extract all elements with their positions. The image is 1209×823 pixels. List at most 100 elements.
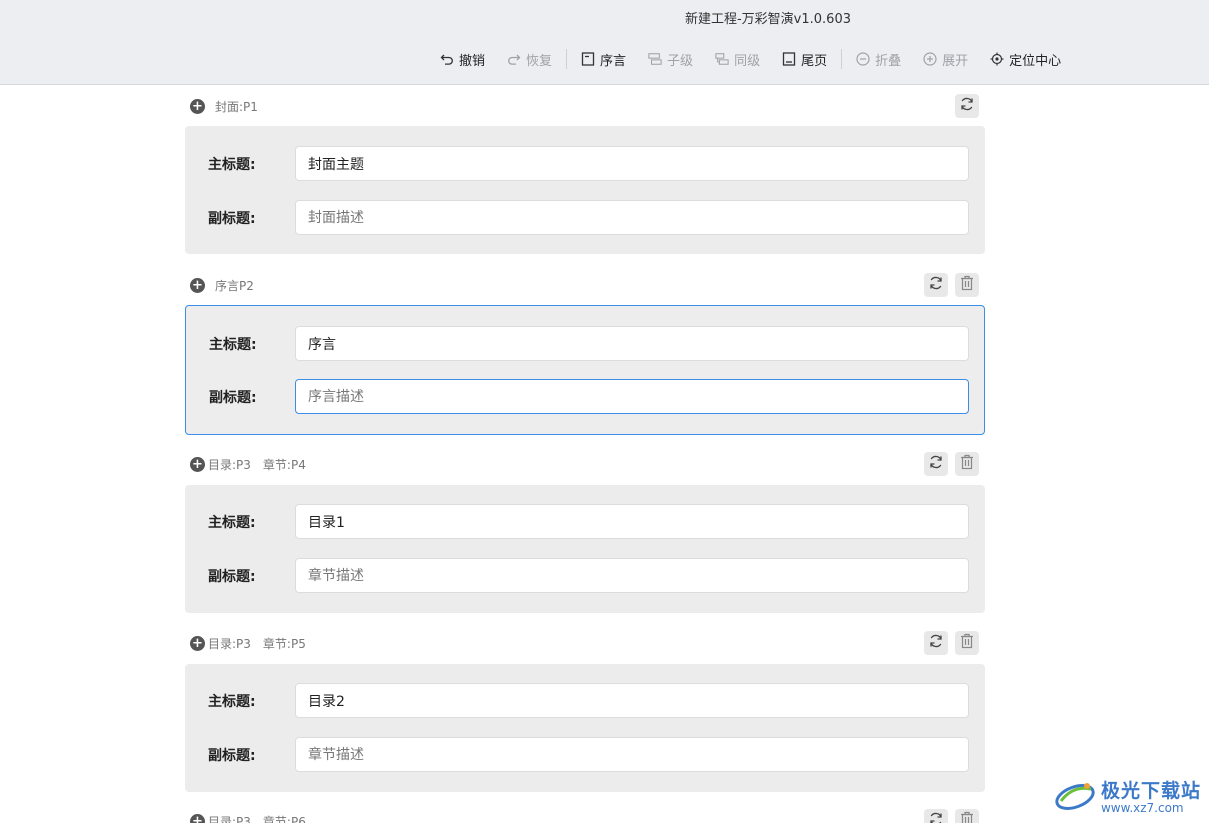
main-title-input[interactable] [295,683,969,718]
plus-circle-icon [923,52,937,66]
child-button[interactable]: 子级 [648,50,693,69]
subtitle-label: 副标题: [208,748,256,764]
section-label: 章节:P4 [262,457,306,472]
toolbar-divider [566,49,568,69]
slide-list: + 封面:P1 主标题: 副标题: + 序言P2 [0,85,1209,823]
undo-label: 撤销 [459,53,486,69]
subtitle-row: 副标题: [186,379,984,414]
refresh-icon [959,96,975,116]
subtitle-input[interactable] [295,379,969,414]
preface-button[interactable]: 序言 [581,50,626,69]
add-slide-button[interactable]: + [190,813,205,823]
subtitle-label: 副标题: [209,390,257,406]
subtitle-label: 副标题: [208,211,256,227]
trash-icon [960,275,974,295]
refresh-icon [928,275,944,295]
subtitle-row: 副标题: [185,200,985,235]
main-title-row: 主标题: [185,683,985,718]
trash-icon [960,633,974,653]
subtitle-row: 副标题: [185,558,985,593]
main-title-label: 主标题: [209,337,257,353]
slide-label: 封面:P1 [215,99,258,114]
undo-button[interactable]: 撤销 [440,50,485,69]
trash-icon [960,811,974,823]
end-page-icon [782,52,796,66]
collapse-button[interactable]: 折叠 [856,50,901,69]
section-label: 章节:P6 [262,814,306,823]
preface-label: 序言 [600,53,627,69]
collapse-label: 折叠 [875,53,902,69]
child-label: 子级 [667,53,694,69]
subtitle-input[interactable] [295,200,969,235]
main-title-row: 主标题: [185,504,985,539]
minus-circle-icon [856,52,870,66]
redo-button[interactable]: 恢复 [507,50,552,69]
end-page-button[interactable]: 尾页 [782,50,827,69]
main-title-row: 主标题: [185,146,985,181]
toolbar-divider [841,49,843,69]
slide-header: + 目录:P3 章节:P4 [185,452,985,476]
slide-card: 主标题: 副标题: [185,126,985,254]
sibling-button[interactable]: 同级 [715,50,760,69]
refresh-button[interactable] [924,273,948,297]
delete-button[interactable] [955,452,979,476]
delete-button[interactable] [955,809,979,823]
subtitle-input[interactable] [295,737,969,772]
refresh-button[interactable] [924,631,948,655]
watermark: 极光下载站 www.xz7.com [1053,777,1201,817]
redo-icon [507,52,521,66]
undo-icon [440,52,454,66]
add-slide-button[interactable]: + [190,277,205,293]
toolbar: 撤销 恢复 序言 子级 同级 尾页 折叠 展开 定位中心 [440,49,1083,69]
main-title-input[interactable] [295,504,969,539]
aurora-logo-icon [1053,777,1097,817]
slide-label: 序言P2 [215,278,254,293]
section-label: 章节:P5 [262,636,306,651]
watermark-name: 极光下载站 [1100,779,1201,802]
end-page-label: 尾页 [801,53,828,69]
refresh-icon [928,811,944,823]
slide-header: + 目录:P3 章节:P5 [185,631,985,655]
main-title-input[interactable] [295,326,969,361]
page-icon [581,52,595,66]
delete-button[interactable] [955,273,979,297]
refresh-button[interactable] [955,94,979,118]
main-title-input[interactable] [295,146,969,181]
subtitle-input[interactable] [295,558,969,593]
expand-button[interactable]: 展开 [923,50,968,69]
main-title-row: 主标题: [186,326,984,361]
sibling-label: 同级 [734,53,761,69]
subtitle-label: 副标题: [208,569,256,585]
main-title-label: 主标题: [208,694,256,710]
top-bar: 新建工程-万彩智演v1.0.603 撤销 恢复 序言 子级 同级 尾页 折叠 展… [0,0,1209,85]
slide-label: 目录:P3 [208,814,251,823]
refresh-button[interactable] [924,452,948,476]
slide-header: + 目录:P3 章节:P6 [185,809,985,823]
add-slide-button[interactable]: + [190,456,205,472]
child-level-icon [648,52,662,66]
trash-icon [960,454,974,474]
window-title: 新建工程-万彩智演v1.0.603 [684,12,851,27]
sibling-level-icon [715,52,729,66]
slide-card-active: 主标题: 副标题: [185,305,985,435]
watermark-url: www.xz7.com [1100,800,1184,815]
refresh-button[interactable] [924,809,948,823]
slide-card: 主标题: 副标题: [185,664,985,792]
slide-header: + 封面:P1 [185,94,985,118]
redo-label: 恢复 [526,53,553,69]
slide-label: 目录:P3 [208,457,251,472]
slide-card: 主标题: 副标题: [185,485,985,613]
main-title-label: 主标题: [208,157,256,173]
main-title-label: 主标题: [208,515,256,531]
delete-button[interactable] [955,631,979,655]
slide-header: + 序言P2 [185,273,985,297]
subtitle-row: 副标题: [185,737,985,772]
slide-label: 目录:P3 [208,636,251,651]
locate-center-button[interactable]: 定位中心 [990,50,1061,69]
target-icon [990,52,1004,66]
locate-center-label: 定位中心 [1009,53,1062,69]
add-slide-button[interactable]: + [190,98,205,114]
refresh-icon [928,454,944,474]
add-slide-button[interactable]: + [190,635,205,651]
expand-label: 展开 [942,53,969,69]
